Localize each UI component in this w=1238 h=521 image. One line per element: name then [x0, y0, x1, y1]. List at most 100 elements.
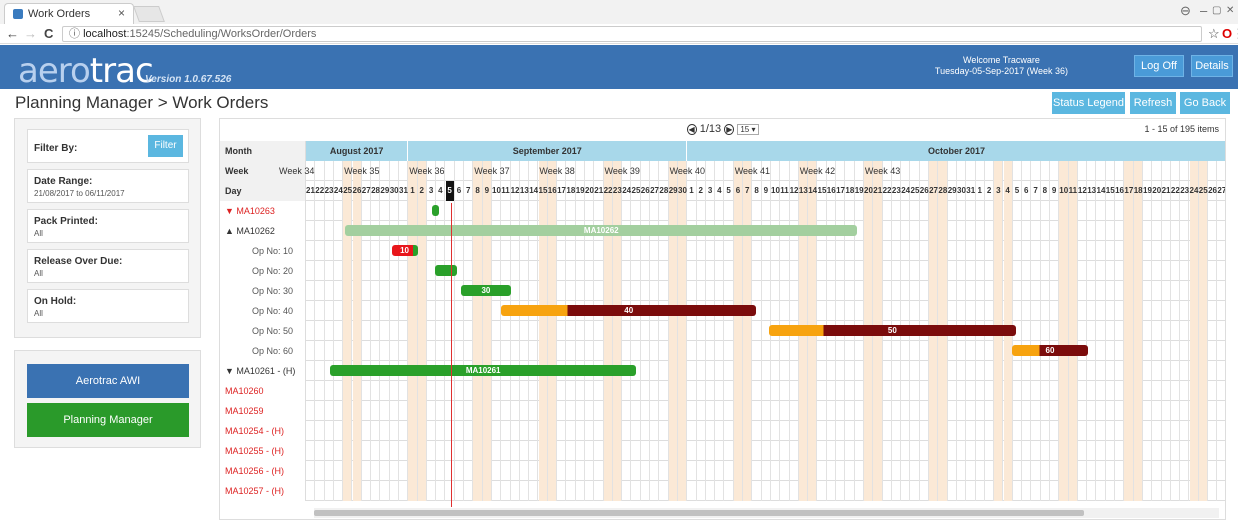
- day-cell: [492, 421, 502, 441]
- bar-op30[interactable]: 30: [461, 285, 511, 296]
- day-cell: [352, 201, 362, 221]
- horizontal-scrollbar[interactable]: [314, 508, 1219, 518]
- filter-on-hold[interactable]: On Hold: All: [27, 289, 189, 323]
- scrollbar-thumb[interactable]: [314, 510, 1084, 516]
- day-cell: [511, 421, 520, 441]
- day-cell: [743, 481, 753, 501]
- opera-icon[interactable]: O: [1222, 26, 1232, 41]
- day-cell: [697, 441, 706, 461]
- work-order-label[interactable]: MA10255 - (H): [220, 441, 306, 461]
- day-cell: [1068, 321, 1078, 341]
- bar-ma10262[interactable]: MA10262: [345, 225, 858, 236]
- day-cell: [929, 381, 939, 401]
- day-cell: [780, 421, 790, 441]
- work-order-label[interactable]: ▼ MA10261 - (H): [220, 361, 306, 381]
- back-icon[interactable]: ←: [6, 26, 19, 41]
- day-cell: [1152, 321, 1162, 341]
- bar-op40[interactable]: 40: [501, 305, 757, 316]
- day-cell: 17: [557, 181, 567, 201]
- day-cell: [501, 341, 511, 361]
- bar-op10[interactable]: 10: [391, 245, 418, 256]
- go-back-button[interactable]: Go Back: [1180, 92, 1230, 114]
- day-cell: [864, 361, 874, 381]
- day-cell: [603, 201, 613, 221]
- work-order-label[interactable]: MA10260: [220, 381, 306, 401]
- day-cell: [966, 201, 976, 221]
- day-cell: [1162, 481, 1171, 501]
- day-cell: [1078, 421, 1088, 441]
- bookmark-star-icon[interactable]: ☆: [1208, 26, 1220, 42]
- filter-release-overdue[interactable]: Release Over Due: All: [27, 249, 189, 283]
- day-cell: [362, 441, 372, 461]
- status-legend-button[interactable]: Status Legend: [1052, 92, 1125, 114]
- work-order-label[interactable]: ▲ MA10262: [220, 221, 306, 241]
- profile-icon[interactable]: ⊖: [1180, 3, 1191, 19]
- day-cell: [697, 281, 706, 301]
- day-cell: [352, 461, 362, 481]
- bar-op60[interactable]: 60: [1011, 345, 1089, 356]
- details-button[interactable]: Details: [1191, 55, 1233, 77]
- day-cell: [520, 381, 530, 401]
- day-cell: [733, 241, 744, 261]
- bar-ma10261[interactable]: MA10261: [330, 365, 637, 376]
- day-cell: [911, 241, 920, 261]
- filter-title: Pack Printed:: [34, 216, 98, 227]
- bar-ma10263[interactable]: [432, 205, 439, 216]
- month-header-row: Month August 2017 September 2017 October 20…: [220, 141, 1225, 161]
- day-cell: [938, 441, 948, 461]
- work-order-label[interactable]: MA10256 - (H): [220, 461, 306, 481]
- day-cell: [1171, 361, 1181, 381]
- close-window-icon[interactable]: ✕: [1226, 5, 1234, 16]
- reload-icon[interactable]: C: [44, 26, 53, 41]
- tab-close-icon[interactable]: ×: [118, 6, 125, 20]
- refresh-button[interactable]: Refresh: [1130, 92, 1176, 114]
- day-cell: [436, 341, 446, 361]
- forward-icon[interactable]: →: [24, 26, 37, 41]
- day-cell: [1143, 301, 1153, 321]
- aerotrac-awi-button[interactable]: Aerotrac AWI: [27, 364, 189, 398]
- day-cell: [390, 301, 399, 321]
- filter-button[interactable]: Filter: [148, 135, 183, 157]
- day-cell: [818, 341, 827, 361]
- work-order-label[interactable]: MA10254 - (H): [220, 421, 306, 441]
- day-cell: [836, 261, 846, 281]
- maximize-icon[interactable]: ▢: [1212, 5, 1221, 16]
- day-cell: [864, 281, 874, 301]
- prev-page-icon[interactable]: ◀: [686, 124, 697, 135]
- day-cell: [492, 381, 502, 401]
- day-cell: [873, 461, 883, 481]
- day-cell: [1068, 221, 1078, 241]
- day-cell: [1068, 241, 1078, 261]
- day-cell: [1143, 401, 1153, 421]
- log-off-button[interactable]: Log Off: [1134, 55, 1184, 77]
- day-cell: [334, 481, 344, 501]
- filter-pack-printed[interactable]: Pack Printed: All: [27, 209, 189, 243]
- new-tab-button[interactable]: [133, 6, 165, 22]
- day-cell: [594, 161, 604, 181]
- day-cell: [836, 341, 846, 361]
- planning-manager-button[interactable]: Planning Manager: [27, 403, 189, 437]
- day-cell: [938, 481, 948, 501]
- bar-op50[interactable]: 50: [769, 325, 1016, 336]
- day-cell: [818, 401, 827, 421]
- info-icon[interactable]: ⓘ: [69, 28, 80, 40]
- day-cell: [1133, 441, 1143, 461]
- menu-icon[interactable]: ⋮: [1232, 26, 1238, 42]
- browser-tab[interactable]: Work Orders ×: [4, 3, 134, 24]
- page-size-select[interactable]: 15 ▾: [737, 124, 759, 135]
- day-cell: [417, 281, 427, 301]
- minimize-icon[interactable]: –: [1200, 3, 1207, 18]
- bar-op20[interactable]: [435, 265, 457, 276]
- day-cell: [855, 301, 864, 321]
- work-order-label[interactable]: ▼ MA10263: [220, 201, 306, 221]
- day-cell: [325, 281, 334, 301]
- day-cell: 26: [1208, 181, 1218, 201]
- work-order-label[interactable]: MA10257 - (H): [220, 481, 306, 501]
- day-cell: 24: [334, 181, 344, 201]
- day-cell: [473, 341, 483, 361]
- filter-date-range[interactable]: Date Range: 21/08/2017 to 06/11/2017: [27, 169, 189, 203]
- url-input[interactable]: ⓘ localhost:15245/Scheduling/WorksOrder/…: [62, 26, 1202, 42]
- next-page-icon[interactable]: ▶: [724, 124, 735, 135]
- day-cell: [948, 481, 957, 501]
- work-order-label[interactable]: MA10259: [220, 401, 306, 421]
